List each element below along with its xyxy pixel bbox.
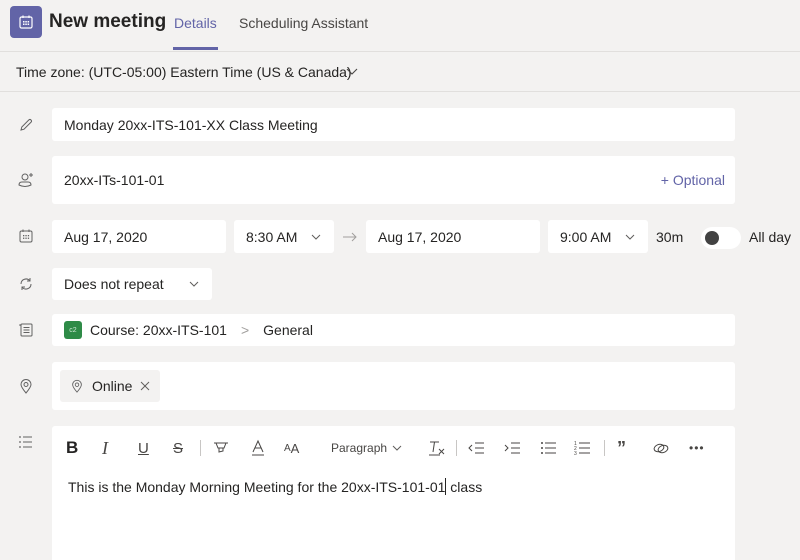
chevron-down-icon (189, 281, 199, 287)
font-color-icon (252, 439, 264, 456)
chevron-down-icon[interactable] (345, 64, 359, 78)
quote-button[interactable]: ” (617, 438, 626, 458)
optional-attendees-link[interactable]: + Optional (661, 172, 725, 188)
location-icon (16, 376, 36, 396)
svg-text:3: 3 (574, 451, 577, 456)
toggle-knob (705, 231, 719, 245)
chevron-down-icon (392, 445, 402, 451)
quote-icon: ” (617, 437, 626, 458)
active-tab-indicator (173, 47, 218, 50)
channel-name: General (263, 322, 313, 338)
chevron-down-icon (311, 234, 321, 240)
numbered-list-button[interactable]: 123 (574, 438, 592, 458)
calendar-icon (16, 226, 36, 246)
link-icon (653, 443, 669, 454)
insert-link-button[interactable] (652, 438, 670, 458)
increase-indent-button[interactable] (504, 438, 522, 458)
attendees-input[interactable]: 20xx-ITs-101-01 + Optional (52, 156, 735, 204)
description-editor[interactable]: B I U S AA Paragraph 123 ” ••• This is t… (52, 426, 735, 560)
more-options-button[interactable]: ••• (689, 438, 705, 458)
all-day-label: All day (749, 229, 792, 245)
highlighter-icon (214, 442, 228, 453)
repeat-dropdown[interactable]: Does not repeat (52, 268, 212, 300)
tab-details[interactable]: Details (174, 15, 217, 31)
attendee-value: 20xx-ITs-101-01 (64, 172, 165, 188)
bulleted-list-icon (541, 442, 556, 454)
paragraph-dropdown[interactable]: Paragraph (331, 438, 402, 458)
clear-formatting-icon (429, 441, 445, 456)
description-body[interactable]: This is the Monday Morning Meeting for t… (68, 478, 482, 495)
team-avatar: c2 (64, 321, 82, 339)
bold-button[interactable]: B (66, 438, 78, 458)
breadcrumb-separator: > (240, 322, 250, 338)
numbered-list-icon: 123 (574, 441, 590, 456)
tab-scheduling-assistant[interactable]: Scheduling Assistant (239, 15, 368, 31)
duration-label: 30m (656, 229, 684, 245)
remove-location-icon[interactable] (140, 381, 150, 391)
toolbar-divider (604, 440, 605, 456)
description-icon (16, 432, 36, 452)
add-person-icon (16, 170, 36, 190)
arrow-right-icon (343, 232, 357, 242)
description-text: This is the Monday Morning Meeting for t… (68, 479, 446, 495)
location-input[interactable]: Online (52, 362, 735, 410)
underline-button[interactable]: U (138, 438, 149, 458)
location-icon (72, 379, 82, 393)
italic-button[interactable]: I (102, 438, 108, 458)
clear-formatting-button[interactable] (428, 438, 446, 458)
all-day-toggle[interactable] (701, 227, 741, 249)
location-chip-label: Online (92, 378, 133, 394)
end-time-dropdown[interactable]: 9:00 AM (548, 220, 648, 253)
highlight-button[interactable] (212, 438, 230, 458)
decrease-indent-icon (468, 442, 484, 454)
repeat-value: Does not repeat (64, 276, 164, 292)
team-name: Course: 20xx-ITS-101 (90, 322, 227, 338)
bulleted-list-button[interactable] (540, 438, 558, 458)
meeting-title-input[interactable]: Monday 20xx-ITS-101-XX Class Meeting (52, 108, 735, 141)
header: New meeting Details Scheduling Assistant (0, 0, 800, 52)
end-date-input[interactable]: Aug 17, 2020 (366, 220, 540, 253)
strikethrough-button[interactable]: S (173, 438, 183, 458)
description-text-tail: class (446, 479, 483, 495)
toolbar-divider (200, 440, 201, 456)
toolbar-divider (456, 440, 457, 456)
decrease-indent-button[interactable] (468, 438, 486, 458)
page-title: New meeting (49, 11, 167, 32)
start-time-value: 8:30 AM (246, 228, 298, 245)
end-time-value: 9:00 AM (560, 228, 612, 245)
font-size-button[interactable]: AA (284, 438, 299, 458)
timezone-bar: Time zone: (UTC-05:00) Eastern Time (US … (0, 52, 800, 92)
location-chip[interactable]: Online (60, 370, 161, 402)
channel-selector[interactable]: c2 Course: 20xx-ITS-101 > General (52, 314, 735, 346)
channel-icon (16, 320, 36, 340)
paragraph-label: Paragraph (331, 441, 388, 455)
pencil-icon (16, 115, 36, 135)
chevron-down-icon (625, 234, 635, 240)
repeat-icon (16, 274, 36, 294)
start-time-dropdown[interactable]: 8:30 AM (234, 220, 334, 253)
increase-indent-icon (504, 442, 520, 454)
start-date-input[interactable]: Aug 17, 2020 (52, 220, 226, 253)
timezone-dropdown[interactable]: Time zone: (UTC-05:00) Eastern Time (US … (16, 64, 352, 80)
font-color-button[interactable] (250, 438, 266, 458)
calendar-app-icon (10, 6, 42, 38)
